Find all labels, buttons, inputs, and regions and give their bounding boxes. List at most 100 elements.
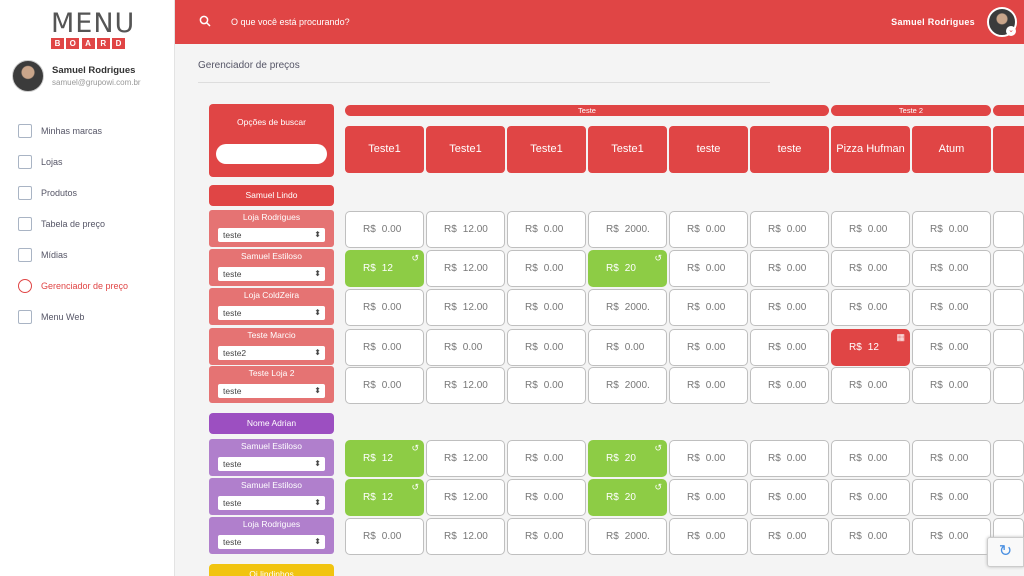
price-input[interactable]: R$ 20 ↺ xyxy=(588,440,667,477)
price-input[interactable]: R$ 0.00 xyxy=(750,289,829,326)
price-input[interactable]: R$ 0.00 xyxy=(912,367,991,404)
price-input[interactable]: R$ 0.00 xyxy=(912,250,991,287)
undo-icon[interactable]: ↺ xyxy=(654,253,662,264)
price-input[interactable]: R$ 0.00 xyxy=(507,479,586,516)
search-options-input[interactable] xyxy=(216,144,327,164)
price-input[interactable]: R$ 0.00 xyxy=(912,289,991,326)
price-input[interactable]: R$ 0.00 xyxy=(912,440,991,477)
sidebar-item-5[interactable]: Gerenciador de preço xyxy=(0,270,175,301)
price-input[interactable]: R$ 12 ↺ xyxy=(345,440,424,477)
price-input[interactable]: R$ 2000. xyxy=(588,211,667,248)
price-input[interactable]: R$ 0.00 xyxy=(426,329,505,366)
undo-icon[interactable]: ↺ xyxy=(654,482,662,493)
price-input[interactable] xyxy=(993,479,1024,516)
undo-icon[interactable]: ↺ xyxy=(411,253,419,264)
price-input[interactable]: R$ 12.00 xyxy=(426,518,505,555)
price-input[interactable]: R$ 0.00 xyxy=(831,367,910,404)
price-input[interactable]: R$ 0.00 xyxy=(831,440,910,477)
price-input[interactable]: R$ 0.00 xyxy=(750,440,829,477)
price-input[interactable]: R$ 0.00 xyxy=(750,250,829,287)
price-input[interactable]: R$ 0.00 xyxy=(669,440,748,477)
price-input[interactable]: R$ 0.00 xyxy=(912,211,991,248)
price-input[interactable] xyxy=(993,367,1024,404)
sidebar-item-1[interactable]: Lojas xyxy=(0,146,175,177)
price-input[interactable]: R$ 0.00 xyxy=(507,289,586,326)
person-label[interactable]: Samuel Lindo xyxy=(209,185,334,206)
price-input[interactable]: R$ 0.00 xyxy=(750,329,829,366)
price-input[interactable]: R$ 0.00 xyxy=(345,367,424,404)
table-select[interactable]: teste xyxy=(218,306,325,320)
sidebar-item-0[interactable]: Minhas marcas xyxy=(0,115,175,146)
price-input[interactable]: R$ 0.00 xyxy=(831,289,910,326)
price-input[interactable]: R$ 12 ▦ xyxy=(831,329,910,366)
price-input[interactable]: R$ 0.00 xyxy=(669,250,748,287)
price-input[interactable]: R$ 12.00 xyxy=(426,479,505,516)
topbar-user-name[interactable]: Samuel Rodrigues xyxy=(891,17,975,27)
price-input[interactable]: R$ 0.00 xyxy=(507,367,586,404)
price-input[interactable]: R$ 0.00 xyxy=(669,329,748,366)
price-input[interactable]: R$ 20 ↺ xyxy=(588,479,667,516)
price-input[interactable]: R$ 0.00 xyxy=(669,518,748,555)
undo-icon[interactable]: ↺ xyxy=(654,443,662,454)
price-input[interactable]: R$ 0.00 xyxy=(669,289,748,326)
price-input[interactable]: R$ 2000. xyxy=(588,367,667,404)
price-input[interactable] xyxy=(993,440,1024,477)
price-input[interactable] xyxy=(993,329,1024,366)
price-input[interactable]: R$ 0.00 xyxy=(345,518,424,555)
price-input[interactable]: R$ 12.00 xyxy=(426,250,505,287)
price-input[interactable]: R$ 12 ↺ xyxy=(345,479,424,516)
price-input[interactable]: R$ 12.00 xyxy=(426,367,505,404)
price-input[interactable]: R$ 0.00 xyxy=(345,289,424,326)
table-select[interactable]: teste xyxy=(218,496,325,510)
price-input[interactable]: R$ 0.00 xyxy=(507,329,586,366)
price-input[interactable]: R$ 12.00 xyxy=(426,211,505,248)
price-input[interactable]: R$ 0.00 xyxy=(912,518,991,555)
price-input[interactable]: R$ 0.00 xyxy=(345,211,424,248)
price-input[interactable]: R$ 12.00 xyxy=(426,440,505,477)
price-input[interactable]: R$ 20 ↺ xyxy=(588,250,667,287)
person-label[interactable]: Nome Adrian xyxy=(209,413,334,434)
price-input[interactable]: R$ 0.00 xyxy=(507,518,586,555)
price-input[interactable]: R$ 0.00 xyxy=(669,211,748,248)
recaptcha-icon[interactable]: ↻ xyxy=(987,537,1024,567)
price-input[interactable]: R$ 0.00 xyxy=(345,329,424,366)
person-label[interactable]: Oi lindinhos xyxy=(209,564,334,576)
table-select[interactable]: teste xyxy=(218,228,325,242)
price-input[interactable]: R$ 0.00 xyxy=(507,211,586,248)
price-input[interactable]: R$ 0.00 xyxy=(669,367,748,404)
price-input[interactable]: R$ 2000. xyxy=(588,289,667,326)
price-input[interactable]: R$ 0.00 xyxy=(831,211,910,248)
undo-icon[interactable]: ↺ xyxy=(411,443,419,454)
price-input[interactable] xyxy=(993,211,1024,248)
table-select[interactable]: teste xyxy=(218,535,325,549)
price-input[interactable] xyxy=(993,289,1024,326)
table-select[interactable]: teste xyxy=(218,267,325,281)
price-input[interactable]: R$ 0.00 xyxy=(507,440,586,477)
undo-icon[interactable]: ↺ xyxy=(411,482,419,493)
price-input[interactable]: R$ 0.00 xyxy=(750,211,829,248)
price-input[interactable]: R$ 0.00 xyxy=(831,250,910,287)
sidebar-item-2[interactable]: Produtos xyxy=(0,177,175,208)
user-avatar-menu[interactable]: ⌄ xyxy=(987,7,1017,37)
sidebar-item-6[interactable]: Menu Web xyxy=(0,301,175,332)
price-input[interactable]: R$ 12.00 xyxy=(426,289,505,326)
search-icon[interactable] xyxy=(199,15,213,29)
price-input[interactable]: R$ 0.00 xyxy=(507,250,586,287)
price-input[interactable]: R$ 0.00 xyxy=(912,479,991,516)
table-select[interactable]: teste xyxy=(218,384,325,398)
price-input[interactable]: R$ 0.00 xyxy=(750,518,829,555)
price-input[interactable]: R$ 2000. xyxy=(588,518,667,555)
price-input[interactable]: R$ 12 ↺ xyxy=(345,250,424,287)
price-input[interactable]: R$ 0.00 xyxy=(831,518,910,555)
table-select[interactable]: teste xyxy=(218,457,325,471)
price-input[interactable]: R$ 0.00 xyxy=(750,367,829,404)
sidebar-item-3[interactable]: Tabela de preço xyxy=(0,208,175,239)
price-input[interactable]: R$ 0.00 xyxy=(588,329,667,366)
calendar-icon[interactable]: ▦ xyxy=(896,332,905,343)
menu-board-logo[interactable]: MENU B O A R D xyxy=(51,10,134,49)
price-input[interactable] xyxy=(993,250,1024,287)
price-input[interactable]: R$ 0.00 xyxy=(669,479,748,516)
sidebar-item-4[interactable]: Mídias xyxy=(0,239,175,270)
table-select[interactable]: teste2 xyxy=(218,346,325,360)
price-input[interactable]: R$ 0.00 xyxy=(750,479,829,516)
